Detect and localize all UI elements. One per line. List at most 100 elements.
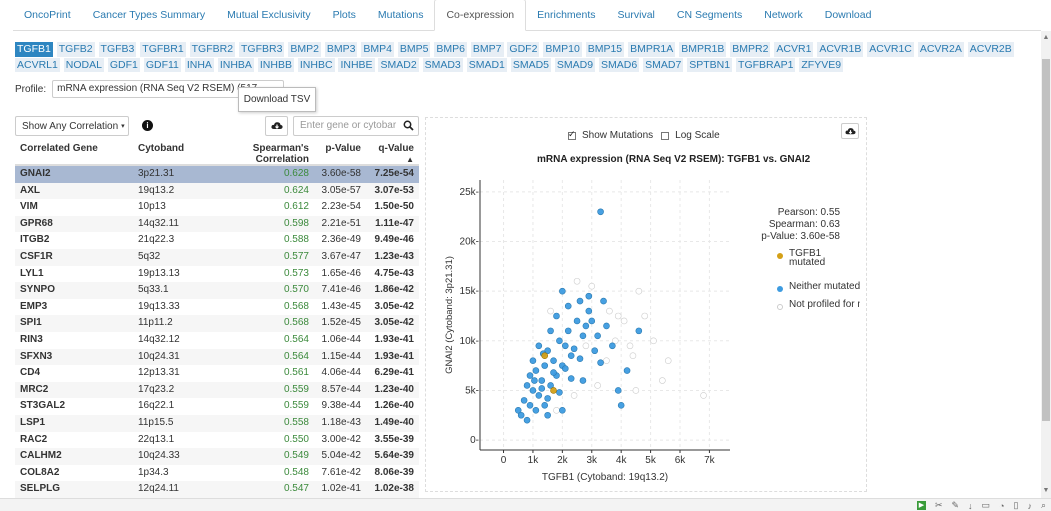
gene-chip-tgfb3[interactable]: TGFB3	[98, 42, 137, 57]
page-scrollbar[interactable]: ▲ ▼	[1041, 31, 1051, 498]
speaker-icon[interactable]: ♪	[1027, 501, 1032, 511]
gene-chip-zfyve9[interactable]: ZFYVE9	[799, 57, 844, 72]
scroll-down-arrow-icon[interactable]: ▼	[1041, 484, 1051, 498]
gene-search-input[interactable]: Enter gene or cytobar	[293, 116, 419, 136]
col-header-cytoband[interactable]: Cytoband	[138, 143, 184, 154]
gene-chip-tgfbr3[interactable]: TGFBR3	[238, 42, 285, 57]
gene-chip-inha[interactable]: INHA	[184, 57, 214, 72]
scroll-up-arrow-icon[interactable]: ▲	[1041, 31, 1051, 45]
gene-chip-gdf2[interactable]: GDF2	[507, 42, 540, 57]
correlation-filter-dropdown[interactable]: Show Any Correlation ▾	[15, 116, 129, 136]
tab-mutations[interactable]: Mutations	[367, 0, 435, 30]
gene-chip-gdf1[interactable]: GDF1	[107, 57, 140, 72]
scissors-icon[interactable]: ✂	[935, 500, 943, 511]
gene-chip-bmp15[interactable]: BMP15	[585, 42, 625, 57]
tab-network[interactable]: Network	[753, 0, 814, 30]
gene-chip-acvr1c[interactable]: ACVR1C	[867, 42, 914, 57]
table-row[interactable]: CD4 12p13.31 0.561 4.06e-44 6.29e-41	[15, 365, 419, 382]
table-row[interactable]: GPR68 14q32.11 0.598 2.21e-51 1.11e-47	[15, 215, 419, 233]
gene-chip-bmp2[interactable]: BMP2	[288, 42, 321, 57]
tab-enrichments[interactable]: Enrichments	[526, 0, 606, 30]
brush-icon[interactable]: ✎	[952, 500, 960, 511]
download-arrow-icon[interactable]: ↓	[968, 501, 973, 511]
table-row[interactable]: AXL 19q13.2 0.624 3.05e-57 3.07e-53	[15, 182, 419, 200]
table-row[interactable]: EMP3 19q13.33 0.568 1.43e-45 3.05e-42	[15, 299, 419, 316]
col-header-pvalue[interactable]: p-Value	[325, 143, 361, 154]
gene-chip-inhbc[interactable]: INHBC	[297, 57, 335, 72]
gene-chip-tgfb2[interactable]: TGFB2	[56, 42, 95, 57]
download-button[interactable]	[265, 116, 288, 136]
gene-chip-bmp6[interactable]: BMP6	[434, 42, 467, 57]
table-row[interactable]: LYL1 19p13.13 0.573 1.65e-46 4.75e-43	[15, 266, 419, 283]
table-row[interactable]: CSF1R 5q32 0.577 3.67e-47 1.23e-43	[15, 248, 419, 266]
log-scale-checkbox[interactable]	[661, 131, 670, 140]
table-row[interactable]: SYNPO 5q33.1 0.570 7.41e-46 1.86e-42	[15, 282, 419, 299]
gene-chip-bmp10[interactable]: BMP10	[543, 42, 582, 57]
tab-download[interactable]: Download	[814, 0, 883, 30]
zoom-icon[interactable]: ⌕	[1041, 500, 1046, 511]
browser-icon[interactable]: ◔	[999, 501, 1004, 511]
gene-chip-smad5[interactable]: SMAD5	[510, 57, 551, 72]
gene-chip-gdf11[interactable]: GDF11	[143, 57, 181, 72]
gene-chip-inhbe[interactable]: INHBE	[338, 57, 375, 72]
cell-gene: SYNPO	[20, 284, 56, 296]
gene-chip-sptbn1[interactable]: SPTBN1	[687, 57, 733, 72]
table-row[interactable]: CALHM2 10q24.33 0.549 5.04e-42 5.64e-39	[15, 448, 419, 465]
gene-chip-smad2[interactable]: SMAD2	[378, 57, 419, 72]
tab-survival[interactable]: Survival	[607, 0, 666, 30]
gene-chip-bmp4[interactable]: BMP4	[361, 42, 394, 57]
gene-chip-bmpr1a[interactable]: BMPR1A	[628, 42, 676, 57]
table-row[interactable]: SPI1 11p11.2 0.568 1.52e-45 3.05e-42	[15, 315, 419, 332]
gene-chip-bmp7[interactable]: BMP7	[470, 42, 504, 57]
plot-download-button[interactable]	[841, 123, 859, 139]
gene-chip-inhba[interactable]: INHBA	[217, 57, 254, 72]
gene-chip-tgfbrap1[interactable]: TGFBRAP1	[736, 57, 796, 72]
table-row[interactable]: SELPLG 12q24.11 0.547 1.02e-41 1.02e-38	[15, 481, 419, 498]
gene-chip-bmpr2[interactable]: BMPR2	[730, 42, 771, 57]
gene-chip-bmp3[interactable]: BMP3	[324, 42, 358, 57]
scroll-thumb[interactable]	[1042, 59, 1050, 421]
show-mutations-checkbox[interactable]	[568, 129, 576, 140]
tab-oncoprint[interactable]: OncoPrint	[13, 0, 82, 30]
info-icon[interactable]: i	[142, 120, 153, 131]
col-header-gene[interactable]: Correlated Gene	[20, 143, 98, 154]
col-header-qvalue[interactable]: q-Value ▲	[378, 143, 414, 165]
tab-mutual-exclusivity[interactable]: Mutual Exclusivity	[216, 0, 321, 30]
table-row[interactable]: VIM 10p13 0.612 2.23e-54 1.50e-50	[15, 199, 419, 216]
tab-co-expression[interactable]: Co-expression	[434, 0, 527, 31]
table-row[interactable]: RIN3 14q32.12 0.564 1.06e-44 1.93e-41	[15, 332, 419, 349]
gene-chip-tgfbr2[interactable]: TGFBR2	[189, 42, 236, 57]
gene-chip-inhbb[interactable]: INHBB	[257, 57, 294, 72]
table-row[interactable]: ITGB2 21q22.3 0.588 2.36e-49 9.49e-46	[15, 232, 419, 249]
tab-cancer-types-summary[interactable]: Cancer Types Summary	[82, 0, 216, 30]
table-row[interactable]: SFXN3 10q24.31 0.564 1.15e-44 1.93e-41	[15, 348, 419, 366]
gene-chip-smad9[interactable]: SMAD9	[554, 57, 596, 72]
table-row[interactable]: ST3GAL2 16q22.1 0.559 9.38e-44 1.26e-40	[15, 398, 419, 415]
window-icon[interactable]: ▭	[982, 500, 991, 511]
gene-chip-bmp5[interactable]: BMP5	[397, 42, 431, 57]
table-row[interactable]: COL8A2 1p34.3 0.548 7.61e-42 8.06e-39	[15, 465, 419, 482]
gene-chip-tgfbr1[interactable]: TGFBR1	[140, 42, 186, 57]
gene-chip-bmpr1b[interactable]: BMPR1B	[679, 42, 727, 57]
cell-pvalue: 3.60e-58	[321, 168, 361, 179]
gene-chip-acvr2b[interactable]: ACVR2B	[967, 42, 1014, 57]
clip-icon[interactable]: ▶	[916, 501, 926, 510]
tab-cn-segments[interactable]: CN Segments	[666, 0, 753, 30]
gene-chip-tgfb1[interactable]: TGFB1	[15, 42, 53, 57]
gene-chip-smad6[interactable]: SMAD6	[599, 57, 640, 72]
table-row[interactable]: GNAI2 3p21.31 0.628 3.60e-58 7.25e-54	[15, 166, 419, 183]
gene-chip-nodal[interactable]: NODAL	[63, 57, 104, 72]
table-row[interactable]: RAC2 22q13.1 0.550 3.00e-42 3.55e-39	[15, 432, 419, 449]
tab-plots[interactable]: Plots	[322, 0, 367, 30]
table-row[interactable]: MRC2 17q23.2 0.559 8.57e-44 1.23e-40	[15, 381, 419, 399]
table-row[interactable]: LSP1 11p15.5 0.558 1.18e-43 1.49e-40	[15, 414, 419, 432]
col-header-spearman[interactable]: Spearman's Correlation	[253, 143, 309, 165]
gene-chip-acvr2a[interactable]: ACVR2A	[917, 42, 964, 57]
gene-chip-smad1[interactable]: SMAD1	[466, 57, 507, 72]
gene-chip-smad7[interactable]: SMAD7	[643, 57, 684, 72]
gene-chip-acvr1b[interactable]: ACVR1B	[817, 42, 864, 57]
panel-icon[interactable]: ▯	[1014, 500, 1019, 511]
gene-chip-acvr1[interactable]: ACVR1	[774, 42, 814, 57]
gene-chip-acvrl1[interactable]: ACVRL1	[15, 57, 60, 72]
gene-chip-smad3[interactable]: SMAD3	[422, 57, 463, 72]
